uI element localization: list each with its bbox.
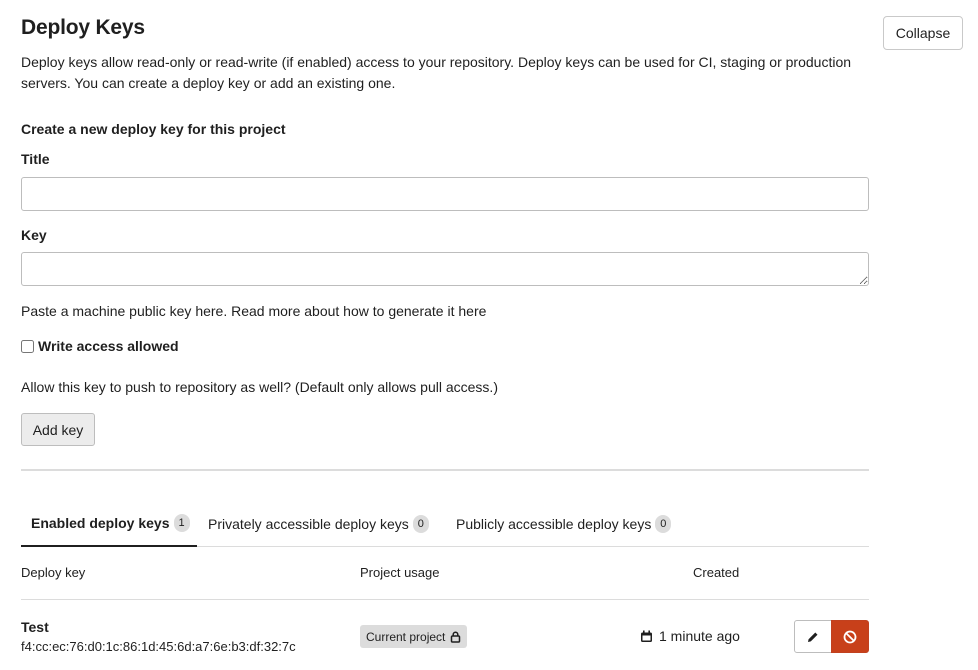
count-badge: 0	[412, 514, 429, 533]
write-access-label: Write access allowed	[38, 338, 179, 354]
title-input[interactable]	[21, 177, 869, 211]
add-key-button[interactable]: Add key	[21, 413, 95, 446]
header-divider	[21, 599, 869, 600]
column-header-deploy-key: Deploy key	[21, 565, 86, 580]
tab-enabled-deploy-keys[interactable]: Enabled deploy keys 1	[21, 500, 197, 547]
title-label: Title	[21, 151, 50, 167]
tab-privately-accessible-deploy-keys[interactable]: Privately accessible deploy keys 0	[208, 500, 429, 547]
calendar-icon	[641, 630, 652, 642]
page-title: Deploy Keys	[21, 16, 145, 39]
write-access-checkbox[interactable]	[21, 339, 34, 353]
write-access-option[interactable]: Write access allowed	[21, 338, 179, 354]
key-hint-text: Paste a machine public key here. Read mo…	[21, 303, 459, 319]
generate-key-link[interactable]: here	[458, 303, 486, 319]
form-subheading: Create a new deploy key for this project	[21, 121, 286, 137]
project-usage-badge[interactable]: Current project	[360, 625, 468, 648]
pencil-icon	[808, 632, 818, 642]
project-usage-label: Current project	[366, 629, 446, 644]
count-badge: 1	[173, 513, 190, 532]
created-time: 1 minute ago	[659, 628, 740, 644]
lock-icon	[451, 630, 461, 643]
collapse-button[interactable]: Collapse	[883, 16, 963, 50]
tab-publicly-accessible-deploy-keys[interactable]: Publicly accessible deploy keys 0	[456, 500, 672, 547]
section-divider	[21, 469, 869, 471]
tab-label: Privately accessible deploy keys	[208, 515, 409, 532]
remove-icon	[843, 630, 857, 643]
write-access-help: Allow this key to push to repository as …	[21, 379, 498, 395]
section-description: Deploy keys allow read-only or read-writ…	[21, 54, 852, 91]
remove-deploy-key-button[interactable]	[831, 620, 869, 653]
key-hint: Paste a machine public key here. Read mo…	[21, 303, 486, 319]
deploy-key-title: Test	[21, 619, 49, 635]
count-badge: 0	[655, 514, 672, 533]
tab-label: Publicly accessible deploy keys	[456, 515, 652, 532]
column-header-project-usage: Project usage	[360, 565, 440, 580]
key-label: Key	[21, 227, 47, 243]
created-cell: 1 minute ago	[640, 628, 740, 644]
edit-deploy-key-button[interactable]	[794, 620, 832, 653]
tab-label: Enabled deploy keys	[31, 514, 170, 531]
deploy-key-fingerprint: f4:cc:ec:76:d0:1c:86:1d:45:6d:a7:6e:b3:d…	[21, 639, 296, 654]
key-textarea[interactable]	[21, 252, 869, 286]
column-header-created: Created	[693, 565, 740, 580]
deploy-key-tabs: Enabled deploy keys 1 Privately accessib…	[21, 500, 869, 547]
